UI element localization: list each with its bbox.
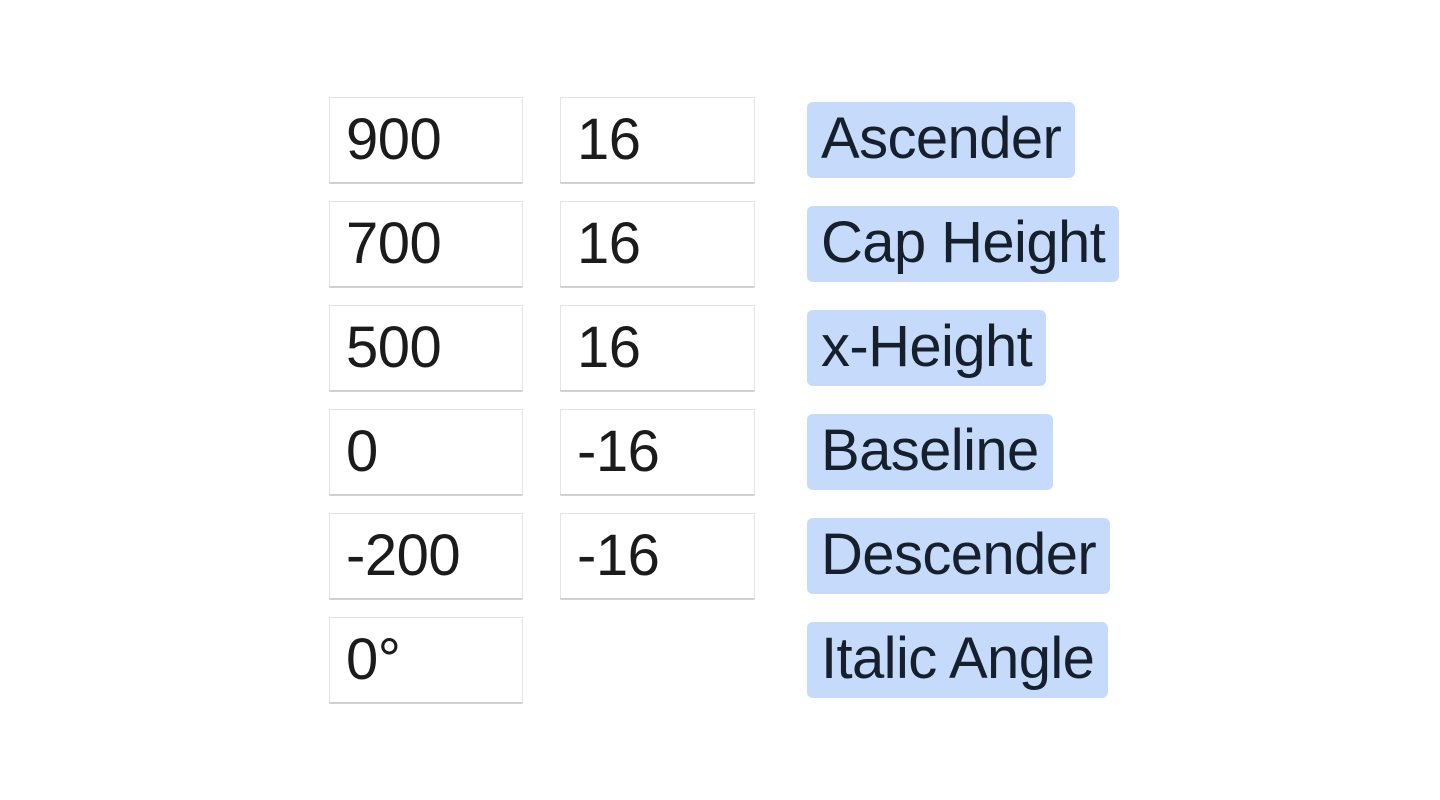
cap-height-label-slot: Cap Height: [807, 201, 1120, 287]
italic-angle-overshoot-placeholder: [560, 617, 755, 703]
descender-overshoot-input[interactable]: -16: [560, 513, 755, 599]
ascender-label-slot: Ascender: [807, 97, 1076, 183]
metric-row: 500 16 x-Height: [329, 305, 1329, 391]
metric-label-chip-descender[interactable]: Descender: [807, 518, 1111, 594]
metric-label-chip-cap-height[interactable]: Cap Height: [807, 206, 1120, 282]
baseline-value-input[interactable]: 0: [329, 409, 523, 495]
metric-label-chip-ascender[interactable]: Ascender: [807, 102, 1076, 178]
metric-row: 700 16 Cap Height: [329, 201, 1329, 287]
vertical-metrics-panel: 900 16 Ascender 700 16 Cap Height 500 16…: [329, 97, 1329, 721]
metric-row: 0° Italic Angle: [329, 617, 1329, 703]
descender-label-slot: Descender: [807, 513, 1111, 599]
x-height-label-slot: x-Height: [807, 305, 1047, 391]
baseline-overshoot-input[interactable]: -16: [560, 409, 755, 495]
metric-label-chip-x-height[interactable]: x-Height: [807, 310, 1047, 386]
cap-height-value-input[interactable]: 700: [329, 201, 523, 287]
baseline-label-slot: Baseline: [807, 409, 1053, 495]
descender-value-input[interactable]: -200: [329, 513, 523, 599]
metric-label-chip-italic-angle[interactable]: Italic Angle: [807, 622, 1109, 698]
x-height-value-input[interactable]: 500: [329, 305, 523, 391]
metric-row: 0 -16 Baseline: [329, 409, 1329, 495]
italic-angle-label-slot: Italic Angle: [807, 617, 1109, 703]
metric-row: -200 -16 Descender: [329, 513, 1329, 599]
metric-label-chip-baseline[interactable]: Baseline: [807, 414, 1053, 490]
ascender-overshoot-input[interactable]: 16: [560, 97, 755, 183]
x-height-overshoot-input[interactable]: 16: [560, 305, 755, 391]
ascender-value-input[interactable]: 900: [329, 97, 523, 183]
cap-height-overshoot-input[interactable]: 16: [560, 201, 755, 287]
metric-row: 900 16 Ascender: [329, 97, 1329, 183]
italic-angle-value-input[interactable]: 0°: [329, 617, 523, 703]
